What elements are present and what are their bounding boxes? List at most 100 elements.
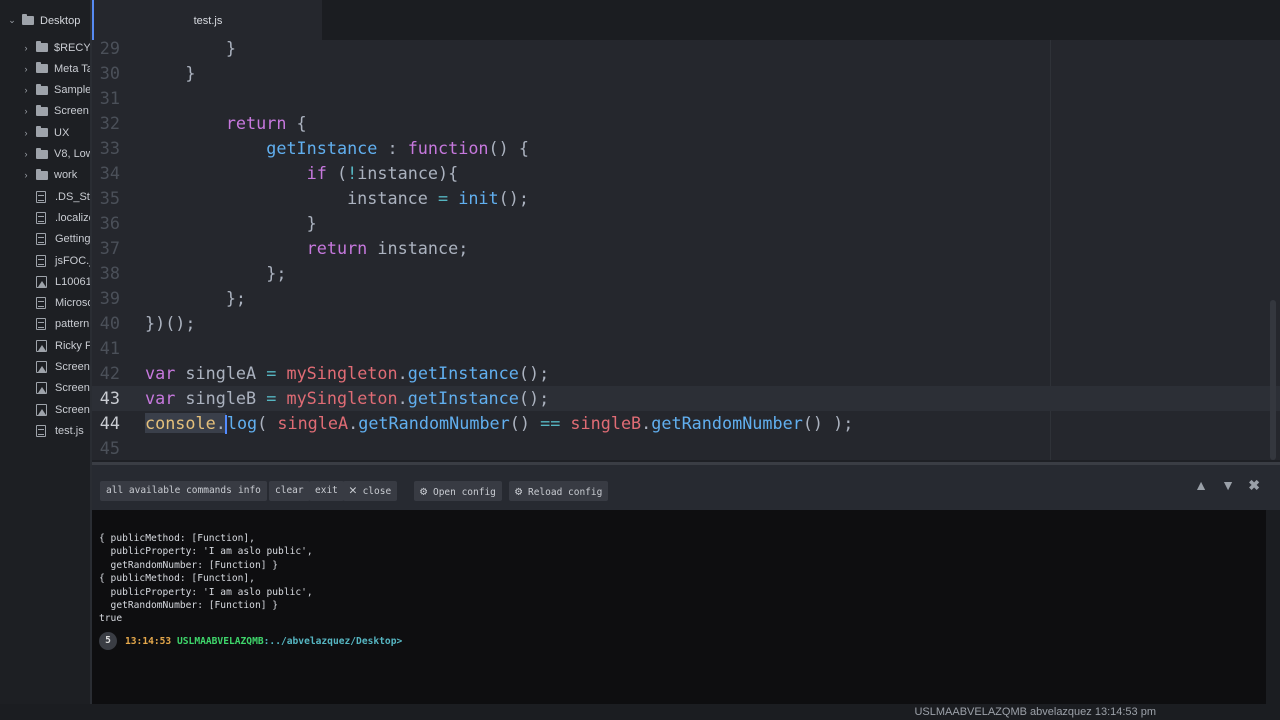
exit-button[interactable]: exit [309, 481, 344, 501]
output-line: publicProperty: 'I am aslo public', [99, 586, 313, 598]
code-text: })(); [145, 311, 196, 336]
file-icon [36, 254, 46, 267]
code-token: function [407, 138, 489, 158]
code-token: ! [347, 163, 358, 183]
reload-config-button[interactable]: ⚙ Reload config [509, 481, 609, 501]
code-line[interactable]: 37 return instance; [92, 236, 1280, 261]
clear-button[interactable]: clear [269, 481, 310, 501]
code-line[interactable]: 29 } [92, 40, 1280, 61]
terminal-panel: all available commands info clear exit ✕… [92, 462, 1280, 704]
code-line[interactable]: 42 var singleA = mySingleton.getInstance(… [92, 361, 1280, 386]
code-line[interactable]: 39 }; [92, 286, 1280, 311]
terminal-scrollbar[interactable] [1266, 510, 1280, 704]
code-line[interactable]: 30 } [92, 61, 1280, 86]
all-commands-button[interactable]: all available commands [100, 481, 238, 501]
line-number: 34 [99, 163, 120, 183]
code-token: singleB [570, 413, 642, 433]
tree-item-label: Meta Tags [54, 62, 92, 75]
info-button[interactable]: info [232, 481, 267, 501]
line-number: 42 [99, 363, 120, 383]
code-token: = [438, 188, 449, 208]
tree-item[interactable]: L10061 [0, 271, 90, 292]
tree-item[interactable]: Screen [0, 399, 90, 420]
minimize-down-icon[interactable]: ▼ [1221, 477, 1235, 493]
tree-item[interactable]: › Meta Tags [20, 58, 92, 79]
open-config-button[interactable]: ⚙ Open config [414, 481, 502, 501]
code-line[interactable]: 31 [92, 86, 1280, 111]
code-text: } [145, 211, 317, 236]
line-number: 29 [99, 40, 120, 58]
tree-item[interactable]: › UX [20, 122, 69, 143]
code-line[interactable]: 40 })(); [92, 311, 1280, 336]
editor-scrollbar[interactable] [1270, 300, 1276, 460]
code-token: getRandomNumber [358, 413, 510, 433]
tree-item[interactable]: jsFOC.js [0, 250, 92, 271]
code-text: instance = init(); [145, 186, 529, 211]
line-number: 37 [99, 238, 120, 258]
code-line[interactable]: 43 var singleB = mySingleton.getInstance(… [92, 386, 1280, 411]
code-token: = [266, 363, 277, 383]
terminal-prompt[interactable]: 5 13:14:53 USLMAABVELAZQMB :../abvelazqu… [99, 632, 402, 650]
tree-item-label: jsFOC.js [55, 254, 92, 267]
tree-item[interactable]: › Screen [20, 101, 89, 122]
chevron-right-icon: › [24, 127, 28, 138]
code-text: return { [145, 111, 307, 136]
output-line: true [99, 613, 123, 625]
image-file-icon [36, 382, 47, 395]
prompt-host: USLMAABVELAZQMB [177, 635, 264, 647]
tree-item-label: Sample [54, 84, 92, 97]
code-token: getInstance [407, 388, 519, 408]
line-number: 35 [99, 188, 120, 208]
prompt-path: :../abvelazquez/Desktop> [263, 635, 403, 647]
code-token: init [458, 188, 499, 208]
chevron-right-icon: › [24, 85, 28, 96]
folder-icon [22, 14, 34, 25]
code-text: var singleB = mySingleton.getInstance(); [145, 386, 549, 411]
file-icon [36, 424, 46, 437]
code-line[interactable]: 44 console.log( singleA.getRandomNumber()… [92, 411, 1280, 436]
chevron-right-icon: › [24, 63, 28, 74]
code-line[interactable]: 38 }; [92, 261, 1280, 286]
tree-item-label: Ricky F [55, 339, 92, 352]
output-line: publicProperty: 'I am aslo public', [99, 546, 313, 558]
tree-item[interactable]: › $RECYCLE.BIN [20, 37, 90, 58]
tree-item[interactable]: Screen [0, 357, 90, 378]
code-line[interactable]: 36 } [92, 211, 1280, 236]
code-line[interactable]: 45 [92, 436, 1280, 460]
status-text: USLMAABVELAZQMB abvelazquez 13:14:53 pm [914, 706, 1156, 718]
code-line[interactable]: 35 instance = init(); [92, 186, 1280, 211]
close-terminal-icon[interactable]: ✖ [1248, 477, 1260, 494]
tree-item[interactable]: › work [20, 165, 77, 186]
tree-item-label: Screen [55, 403, 90, 416]
close-button[interactable]: ✕ close [343, 481, 398, 501]
tree-item[interactable]: › Sample [20, 80, 92, 101]
line-number: 30 [99, 63, 120, 83]
code-text: } [145, 61, 195, 86]
tree-item[interactable]: test.js [0, 420, 84, 441]
tree-item[interactable]: Microsoft [0, 293, 90, 314]
tree-item[interactable]: Screen [0, 378, 90, 399]
code-token: instance [145, 188, 438, 208]
code-line[interactable]: 33 getInstance : function() { [92, 136, 1280, 161]
tree-item[interactable]: Getting [0, 229, 90, 250]
tree-root-desktop[interactable]: ⌄ Desktop [6, 10, 80, 31]
tree-item[interactable]: pattern [0, 314, 89, 335]
tree-item[interactable]: .localized [0, 207, 90, 228]
code-token: = [266, 388, 277, 408]
code-line[interactable]: 34 if (!instance){ [92, 161, 1280, 186]
tree-item[interactable]: Ricky F [0, 335, 92, 356]
tree-item[interactable]: › V8, Low [20, 144, 90, 165]
code-editor[interactable]: 29 } 30 } 31 32 return {33 getInstance : fu… [92, 40, 1280, 460]
line-number: 40 [99, 313, 120, 333]
line-number: 32 [99, 113, 120, 133]
code-token: (); [518, 363, 550, 383]
tree-item[interactable]: .DS_Store [0, 186, 90, 207]
maximize-up-icon[interactable]: ▲ [1194, 477, 1208, 493]
tab-test-js[interactable]: test.js [92, 0, 322, 40]
code-line[interactable]: 32 return { [92, 111, 1280, 136]
image-file-icon [36, 275, 47, 288]
code-token: return [306, 238, 368, 258]
code-line[interactable]: 41 [92, 336, 1280, 361]
